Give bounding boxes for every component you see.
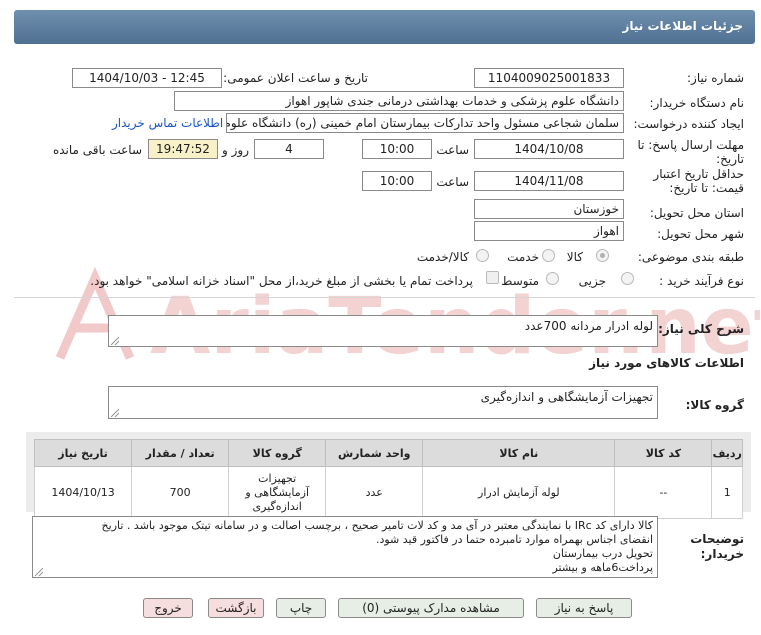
page-header: جزئیات اطلاعات نیاز [14,10,755,44]
treasury-payment-note: پرداخت تمام یا بخشی از مبلغ خرید،از محل … [90,274,473,288]
requester-label: ایجاد کننده درخواست: [633,117,744,131]
goods-group-label: گروه کالا: [685,398,744,412]
view-attachments-button[interactable]: مشاهده مدارک پیوستی (0) [338,598,524,618]
buyer-notes-line: کالا دارای کد IRc با نمایندگی معتبر در آ… [101,519,653,532]
validity-date-field: 1404/11/08 [474,171,624,191]
reply-button[interactable]: پاسخ به نیاز [536,598,632,618]
cell-name: لوله آزمایش ادرار [422,466,616,519]
remaining-time-label: ساعت باقی مانده [52,143,142,157]
process-radio-minor[interactable] [621,272,634,285]
process-option-medium: متوسط [501,274,539,288]
print-button[interactable]: چاپ [276,598,326,618]
buyer-contact-link[interactable]: اطلاعات تماس خریدار [112,116,223,130]
province-field: خوزستان [474,199,624,219]
validity-time-field: 10:00 [362,171,432,191]
category-label: طبقه بندی موضوعی: [637,250,744,264]
cell-row: 1 [711,466,743,519]
cell-group: تجهیزات آزمایشگاهی و اندازه‌گیری [228,466,327,519]
description-textarea[interactable]: لوله ادرار مردانه 700عدد [108,315,658,347]
buyer-notes-textarea[interactable]: کالا دارای کد IRc با نمایندگی معتبر در آ… [32,516,658,578]
city-label: شهر محل تحویل: [657,227,744,241]
col-group: گروه کالا [228,439,327,467]
page-title: جزئیات اطلاعات نیاز [622,19,743,33]
city-field: اهواز [474,221,624,241]
goods-group-textarea[interactable]: تجهیزات آزمایشگاهی و اندازه‌گیری [108,386,658,419]
back-button[interactable]: بازگشت [208,598,264,618]
items-table: ردیف کد کالا نام کالا واحد شمارش گروه کا… [33,439,743,519]
deadline-time-label: ساعت [436,143,469,157]
cell-need-date: 1404/10/13 [33,466,133,519]
category-radio-goods[interactable] [596,249,609,262]
category-option-goods: کالا [566,250,583,264]
divider [14,297,755,298]
validity-label-date: قیمت: تا تاریخ: [669,181,744,195]
announce-date-field: 1404/10/03 - 12:45 [72,68,222,88]
remaining-time-field: 19:47:52 [148,139,218,159]
province-label: استان محل تحویل: [649,206,744,220]
col-unit: واحد شمارش [325,439,424,467]
validity-time-label: ساعت [436,175,469,189]
days-remaining-field: 4 [254,139,324,159]
buyer-org-label: نام دستگاه خریدار: [649,96,745,110]
category-option-goods-service: کالا/خدمت [416,250,469,264]
days-label: روز و [222,143,249,157]
col-row: ردیف [711,439,743,467]
validity-label: حداقل تاریخ اعتبار [653,167,744,181]
cell-code: -- [614,466,713,519]
goods-group-text: تجهیزات آزمایشگاهی و اندازه‌گیری [480,390,653,404]
need-number-field: 1104009025001833 [474,68,624,88]
resize-handle-icon[interactable] [35,568,43,576]
col-need-date: تاریخ نیاز [33,439,133,467]
buyer-notes-label: توضیحات [690,532,744,546]
resize-handle-icon[interactable] [111,409,119,417]
col-code: کد کالا [614,439,713,467]
table-header-row: ردیف کد کالا نام کالا واحد شمارش گروه کا… [33,439,743,467]
deadline-time-field: 10:00 [362,139,432,159]
process-option-minor: جزیی [578,274,606,288]
buyer-notes-label-2: خریدار: [700,547,744,561]
deadline-label: مهلت ارسال پاسخ: تا [637,138,744,152]
buyer-notes-line: انقضای اجناس بهمراه موارد تامبرده حتما د… [375,533,653,546]
col-quantity: تعداد / مقدار [131,439,230,467]
announce-date-label: تاریخ و ساعت اعلان عمومی: [223,71,368,85]
buyer-notes-line: پرداخت6ماهه و بیشتر [552,561,653,574]
resize-handle-icon[interactable] [111,337,119,345]
buyer-notes-line: تحویل درب بیمارستان [552,547,653,560]
category-radio-goods-service[interactable] [476,249,489,262]
exit-button[interactable]: خروج [143,598,193,618]
requester-field: سلمان شجاعی مسئول واحد تدارکات بیمارستان… [226,113,624,133]
category-radio-service[interactable] [542,249,555,262]
treasury-payment-checkbox[interactable] [486,271,499,284]
category-option-service: خدمت [507,250,539,264]
col-name: نام کالا [422,439,616,467]
process-radio-medium[interactable] [546,272,559,285]
deadline-label-date: تاریخ: [716,152,744,166]
goods-info-title: اطلاعات کالاهای مورد نیاز [589,356,744,370]
deadline-date-field: 1404/10/08 [474,139,624,159]
cell-quantity: 700 [131,466,230,519]
description-label: شرح کلی نیاز: [658,322,744,336]
buyer-org-field: دانشگاه علوم پزشکی و خدمات بهداشتی درمان… [174,91,624,111]
process-type-label: نوع فرآیند خرید : [659,274,744,288]
need-number-label: شماره نیاز: [687,71,744,85]
table-row[interactable]: 1 -- لوله آزمایش ادرار عدد تجهیزات آزمای… [33,466,743,519]
description-text: لوله ادرار مردانه 700عدد [524,319,653,333]
cell-unit: عدد [325,466,424,519]
